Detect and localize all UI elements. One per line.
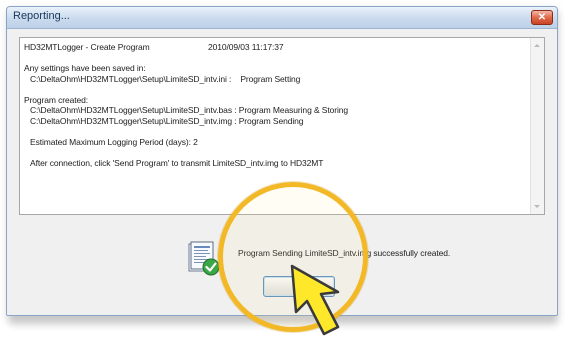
window-title: Reporting... bbox=[13, 10, 70, 22]
logging-period-line: Estimated Maximum Logging Period (days):… bbox=[30, 136, 198, 147]
settings-saved-label: Any settings have been saved in: bbox=[24, 63, 146, 73]
report-program-name: HD32MTLogger - Create Program bbox=[24, 42, 150, 52]
title-bar[interactable]: Reporting... ✕ bbox=[7, 7, 557, 29]
program-created-label: Program created: bbox=[24, 94, 89, 105]
settings-path-line: C:\DeltaOhm\HD32MTLogger\Setup\LimiteSD_… bbox=[30, 73, 301, 84]
report-textarea[interactable]: HD32MTLogger - Create Program 2010/09/03… bbox=[19, 37, 545, 215]
after-connection-line: After connection, click 'Send Program' t… bbox=[30, 157, 324, 168]
scroll-down-icon[interactable] bbox=[534, 205, 540, 208]
reporting-dialog: Reporting... ✕ HD32MTLogger - Create Pro… bbox=[6, 6, 558, 316]
status-message: Program Sending LimiteSD_intv.img succes… bbox=[238, 248, 451, 258]
program-img-line: C:\DeltaOhm\HD32MTLogger\Setup\LimiteSD_… bbox=[30, 115, 304, 126]
report-header-line: HD32MTLogger - Create Program 2010/09/03… bbox=[24, 42, 518, 53]
vertical-scrollbar[interactable] bbox=[530, 38, 544, 214]
close-button[interactable]: ✕ bbox=[531, 10, 553, 25]
scroll-up-icon[interactable] bbox=[534, 44, 540, 47]
report-datetime: 2010/09/03 11:17:37 bbox=[208, 42, 284, 52]
dialog-client-area: HD32MTLogger - Create Program 2010/09/03… bbox=[7, 29, 557, 315]
close-icon: ✕ bbox=[537, 12, 547, 23]
ok-button[interactable]: OK bbox=[263, 276, 335, 297]
document-check-icon bbox=[188, 241, 220, 276]
program-bas-line: C:\DeltaOhm\HD32MTLogger\Setup\LimiteSD_… bbox=[30, 105, 349, 115]
screenshot-canvas: Reporting... ✕ HD32MTLogger - Create Pro… bbox=[0, 0, 565, 342]
report-content: HD32MTLogger - Create Program 2010/09/03… bbox=[24, 42, 518, 168]
